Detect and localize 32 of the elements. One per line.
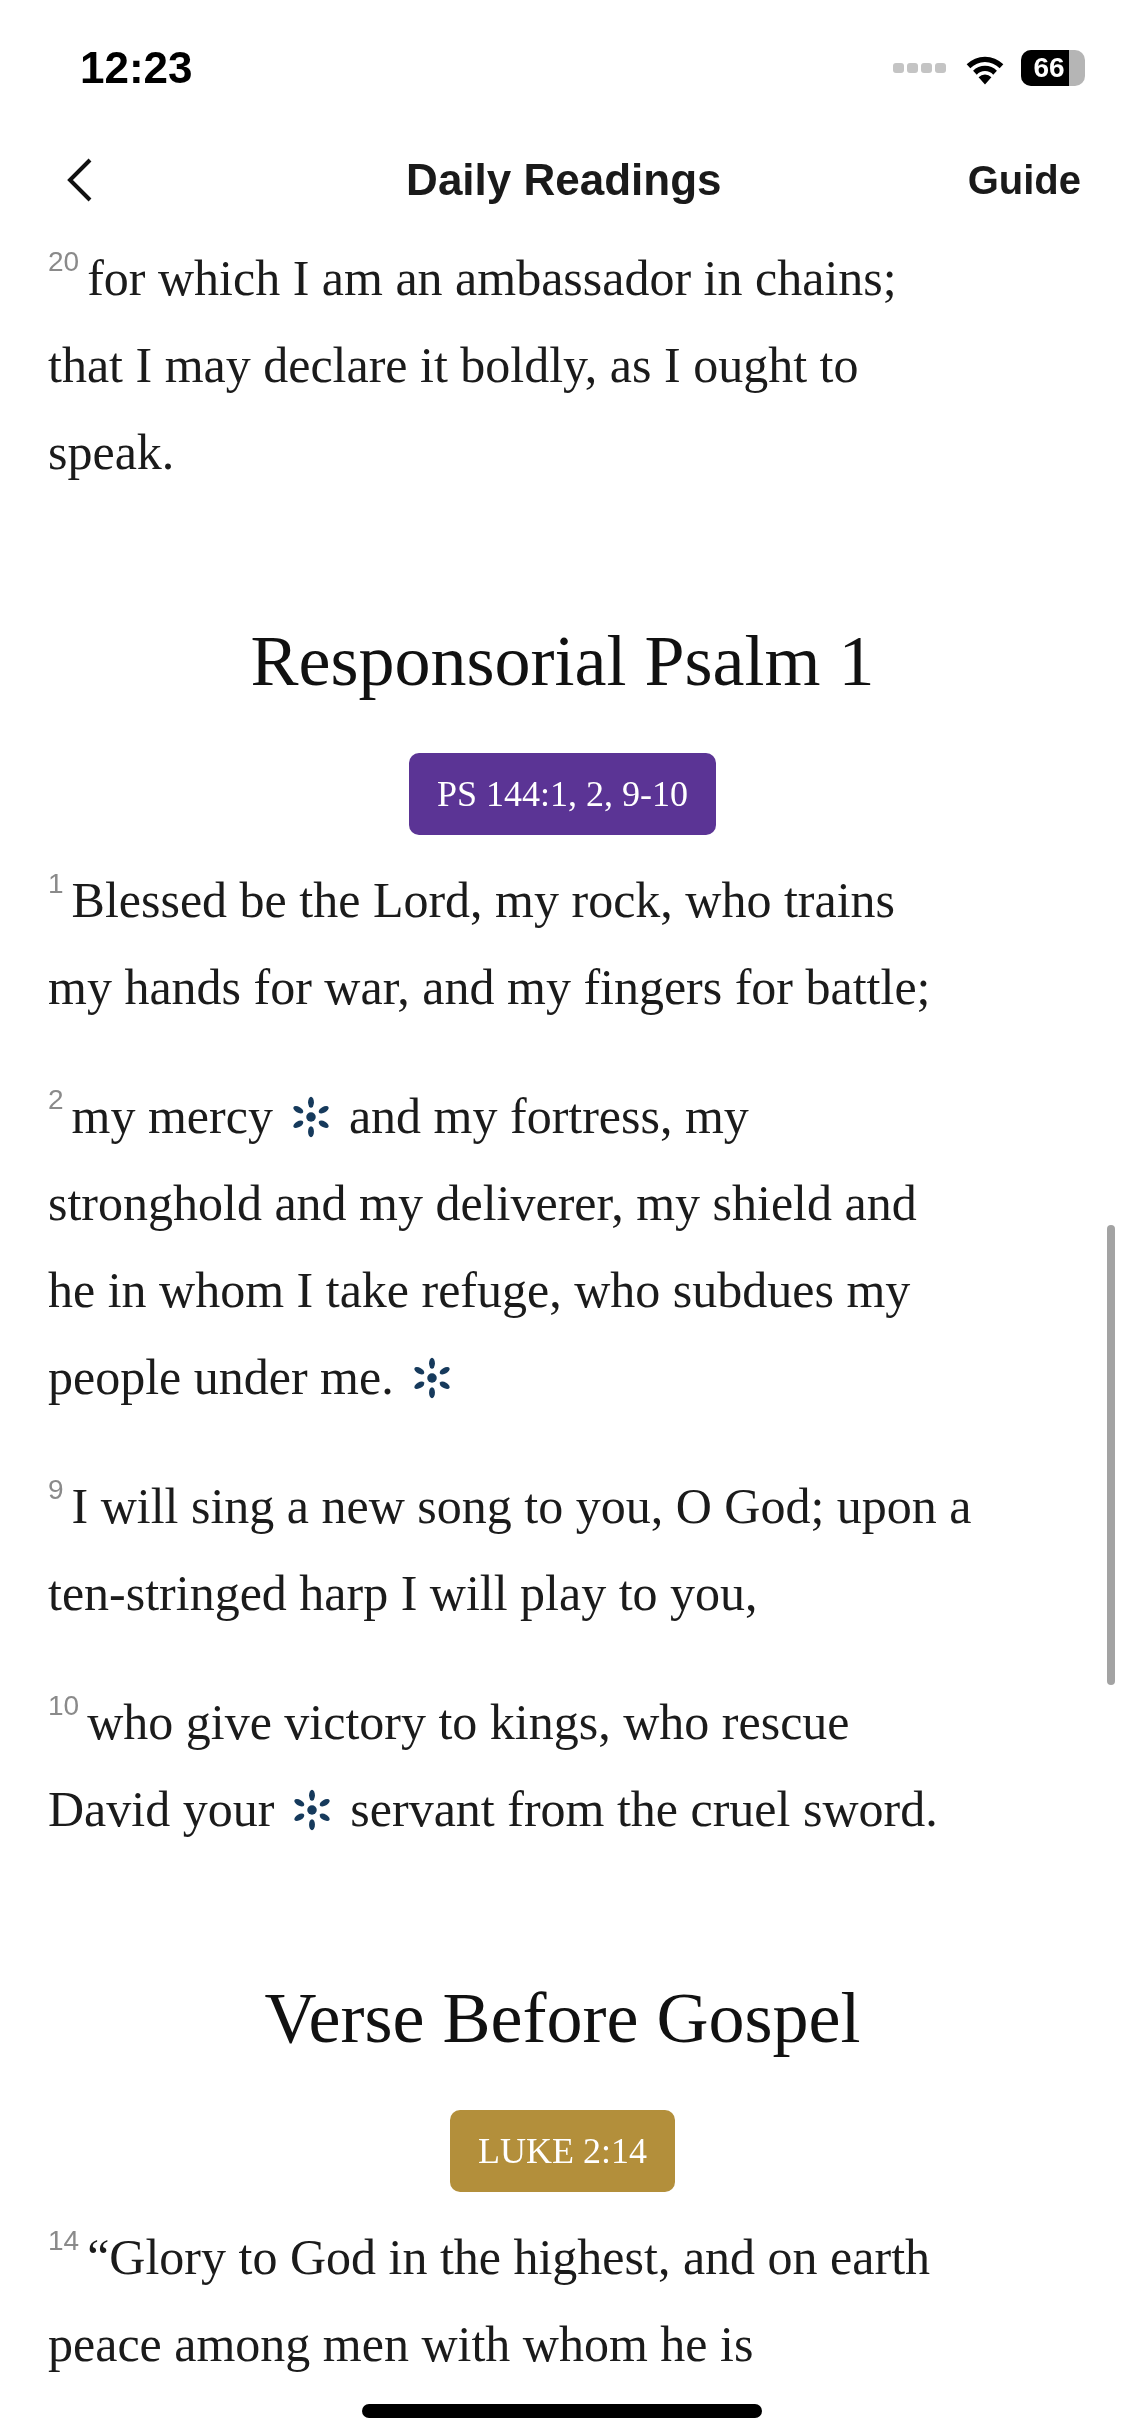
- section-heading: Responsorial Psalm 1: [249, 620, 876, 703]
- verse-text: ten-stringed harp I will play to you,: [48, 1564, 758, 1623]
- section-heading: Verse Before Gospel: [263, 1977, 862, 2060]
- verse-text: my mercy: [71, 1087, 273, 1146]
- guide-button[interactable]: Guide: [967, 157, 1081, 203]
- verse-text: servant from the cruel sword.: [350, 1780, 938, 1839]
- verse-text: my hands for war, and my fingers for battle;: [48, 958, 931, 1017]
- verse-text: who give victory to kings, who rescue: [87, 1693, 850, 1752]
- chevron-left-icon: [66, 156, 94, 204]
- verse-text: David your: [48, 1780, 275, 1839]
- verse-text: I will sing a new song to you, O God; upon a: [71, 1477, 972, 1536]
- verse-number: 14: [48, 2226, 80, 2256]
- verse-text: and my fortress, my: [348, 1087, 749, 1146]
- verse-text: people under me.: [48, 1348, 394, 1407]
- verse-text: Blessed be the Lord, my rock, who trains: [71, 871, 895, 930]
- verse-text: “Glory to God in the highest, and on earth: [87, 2228, 931, 2287]
- verse-number: 9: [48, 1475, 64, 1505]
- verse-number: 20: [48, 247, 80, 277]
- reference-tag[interactable]: PS 144:1, 2, 9-10: [408, 753, 716, 835]
- verse-text: speak.: [48, 423, 175, 482]
- verse-number: 10: [48, 1691, 80, 1721]
- battery-level: 66: [1033, 51, 1065, 84]
- signal-icon: [893, 60, 949, 75]
- status-time: 12:23: [80, 42, 193, 93]
- verse-number: 1: [48, 869, 64, 899]
- verse-text: that I may declare it boldly, as I ought to: [48, 336, 859, 395]
- verse-text: for which I am an ambassador in chains;: [87, 249, 897, 308]
- verse-text: stronghold and my deliverer, my shield and: [48, 1174, 917, 1233]
- verse-number: 2: [48, 1085, 64, 1115]
- screen-title: Daily Readings: [406, 155, 722, 205]
- verse-text: he in whom I take refuge, who subdues my: [48, 1261, 911, 1320]
- verse-text: peace among men with whom he is: [48, 2315, 754, 2374]
